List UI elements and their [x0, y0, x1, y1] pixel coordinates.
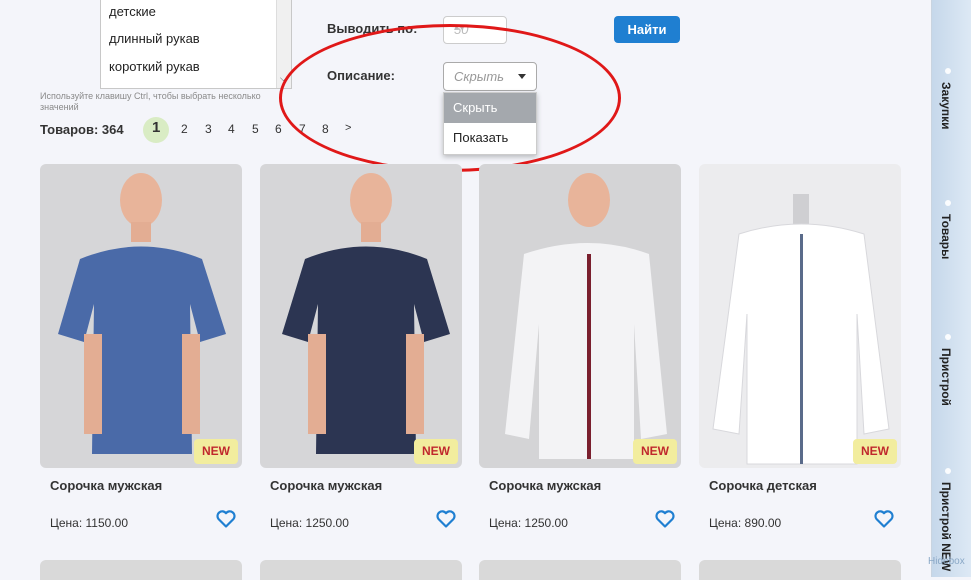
sidebar-tab-label: Пристрой — [939, 348, 953, 406]
page-link[interactable]: 3 — [205, 122, 212, 136]
favorite-heart-icon[interactable] — [216, 509, 236, 529]
sidebar-tab-purchases[interactable]: Закупки — [931, 68, 971, 178]
per-page-select[interactable]: 50 ▴▾ — [443, 16, 507, 44]
multiselect-hint-cont: значений — [40, 102, 79, 112]
product-card[interactable] — [479, 560, 681, 580]
new-badge: NEW — [194, 439, 238, 464]
products-count: Товаров: 364 — [40, 122, 124, 137]
chevron-down-icon — [518, 74, 526, 79]
category-listbox[interactable]: детские длинный рукав короткий рукав ⌵ — [100, 0, 292, 89]
product-card[interactable]: NEW — [40, 164, 242, 468]
product-photo — [40, 164, 242, 468]
multiselect-hint: Используйте клавишу Ctrl, чтобы выбрать … — [40, 91, 261, 101]
description-label: Описание: — [327, 68, 395, 83]
dot-icon — [945, 68, 951, 74]
product-photo — [260, 164, 462, 468]
page-link[interactable]: 2 — [181, 122, 188, 136]
product-price: Цена: 890.00 — [709, 516, 782, 530]
description-select[interactable]: Скрыть — [443, 62, 537, 91]
new-badge: NEW — [633, 439, 677, 464]
page-link[interactable]: 8 — [322, 122, 329, 136]
dot-icon — [945, 200, 951, 206]
spinner-icon: ▴▾ — [454, 22, 465, 33]
product-name[interactable]: Сорочка мужская — [270, 478, 382, 493]
sidebar-tab-products[interactable]: Товары — [931, 200, 971, 310]
favorite-heart-icon[interactable] — [436, 509, 456, 529]
page-link[interactable]: 7 — [299, 122, 306, 136]
new-badge: NEW — [414, 439, 458, 464]
scroll-down-icon[interactable]: ⌵ — [280, 73, 287, 84]
product-card[interactable] — [260, 560, 462, 580]
dropdown-option-hide[interactable]: Скрыть — [444, 93, 536, 123]
sidebar-tab-label: Закупки — [939, 82, 953, 130]
description-dropdown: Скрыть Показать — [443, 92, 537, 155]
product-photo — [479, 164, 681, 468]
sidebar-footer: Hidebox — [928, 556, 965, 567]
listbox-option[interactable]: длинный рукав — [109, 31, 200, 46]
sidebar-tab-label: Товары — [939, 214, 953, 260]
new-badge: NEW — [853, 439, 897, 464]
product-card[interactable]: NEW — [479, 164, 681, 468]
product-card[interactable]: NEW — [699, 164, 901, 468]
dropdown-option-show[interactable]: Показать — [444, 123, 536, 153]
page-link-current[interactable]: 1 — [152, 119, 160, 136]
page-link[interactable]: 6 — [275, 122, 282, 136]
product-price: Цена: 1250.00 — [489, 516, 568, 530]
dot-icon — [945, 334, 951, 340]
favorite-heart-icon[interactable] — [655, 509, 675, 529]
product-photo — [699, 164, 901, 468]
product-name[interactable]: Сорочка детская — [709, 478, 817, 493]
product-card[interactable]: NEW — [260, 164, 462, 468]
listbox-option[interactable]: детские — [109, 4, 156, 19]
per-page-label: Выводить по: — [327, 21, 418, 36]
product-card[interactable] — [40, 560, 242, 580]
find-button[interactable]: Найти — [614, 16, 680, 43]
next-page-link[interactable]: > — [345, 122, 351, 134]
product-card[interactable] — [699, 560, 901, 580]
page-link[interactable]: 5 — [252, 122, 259, 136]
listbox-scrollbar[interactable]: ⌵ — [276, 0, 291, 88]
sidebar-tab-pristroy[interactable]: Пристрой — [931, 334, 971, 444]
description-selected-value: Скрыть — [454, 69, 504, 84]
product-price: Цена: 1150.00 — [50, 516, 129, 530]
dot-icon — [945, 468, 951, 474]
product-name[interactable]: Сорочка мужская — [50, 478, 162, 493]
product-price: Цена: 1250.00 — [270, 516, 349, 530]
page-link[interactable]: 4 — [228, 122, 235, 136]
listbox-option[interactable]: короткий рукав — [109, 59, 200, 74]
favorite-heart-icon[interactable] — [874, 509, 894, 529]
product-name[interactable]: Сорочка мужская — [489, 478, 601, 493]
